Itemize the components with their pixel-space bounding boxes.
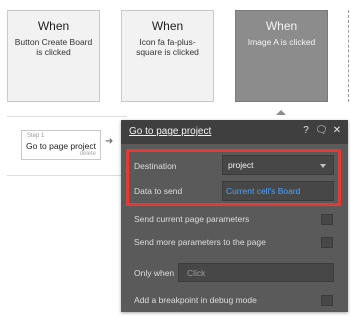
event-when-label: When — [151, 19, 184, 33]
send-current-params-label: Send current page parameters — [134, 214, 250, 224]
workflow-step-1[interactable]: Step 1 Go to page project delete — [21, 130, 101, 160]
event-trigger-text: Button Create Board is clicked — [14, 37, 93, 57]
action-property-editor: Go to page project ? 🗨 ✕ Destination pro… — [121, 120, 348, 312]
event-trigger-text: Icon fa fa-plus-square is clicked — [136, 37, 199, 57]
step-delete-link[interactable]: delete — [80, 151, 96, 157]
send-more-params-label: Send more parameters to the page — [134, 237, 266, 247]
close-icon[interactable]: ✕ — [331, 124, 343, 138]
only-when-label: Only when — [134, 268, 175, 278]
help-icon[interactable]: ? — [300, 124, 312, 138]
event-when-label: When — [37, 19, 70, 33]
selected-event-caret-icon — [276, 110, 286, 115]
breakpoint-label: Add a breakpoint in debug mode — [134, 295, 257, 305]
breakpoint-checkbox[interactable] — [321, 295, 333, 306]
comment-icon[interactable]: 🗨 — [315, 124, 328, 138]
only-when-placeholder: Click — [187, 268, 206, 278]
only-when-condition-input[interactable]: Click — [178, 263, 334, 282]
event-card-image-a-selected[interactable]: When Image A is clicked — [235, 10, 328, 102]
event-trigger-text: Image A is clicked — [247, 37, 316, 47]
panel-title: Go to page project — [129, 126, 212, 137]
step-number-label: Step 1 — [27, 133, 45, 139]
highlight-annotation-box — [126, 149, 341, 206]
step-title: Go to page project — [26, 141, 96, 151]
arrow-right-icon: ➜ — [105, 136, 114, 147]
event-card-plus-square-icon[interactable]: When Icon fa fa-plus-square is clicked — [121, 10, 214, 102]
event-when-label: When — [265, 19, 298, 33]
add-event-placeholder-edge — [348, 10, 349, 102]
event-card-create-board[interactable]: When Button Create Board is clicked — [7, 10, 100, 102]
send-current-params-checkbox[interactable] — [321, 214, 333, 225]
panel-header: Go to page project ? 🗨 ✕ — [121, 120, 348, 144]
send-more-params-checkbox[interactable] — [321, 237, 333, 248]
